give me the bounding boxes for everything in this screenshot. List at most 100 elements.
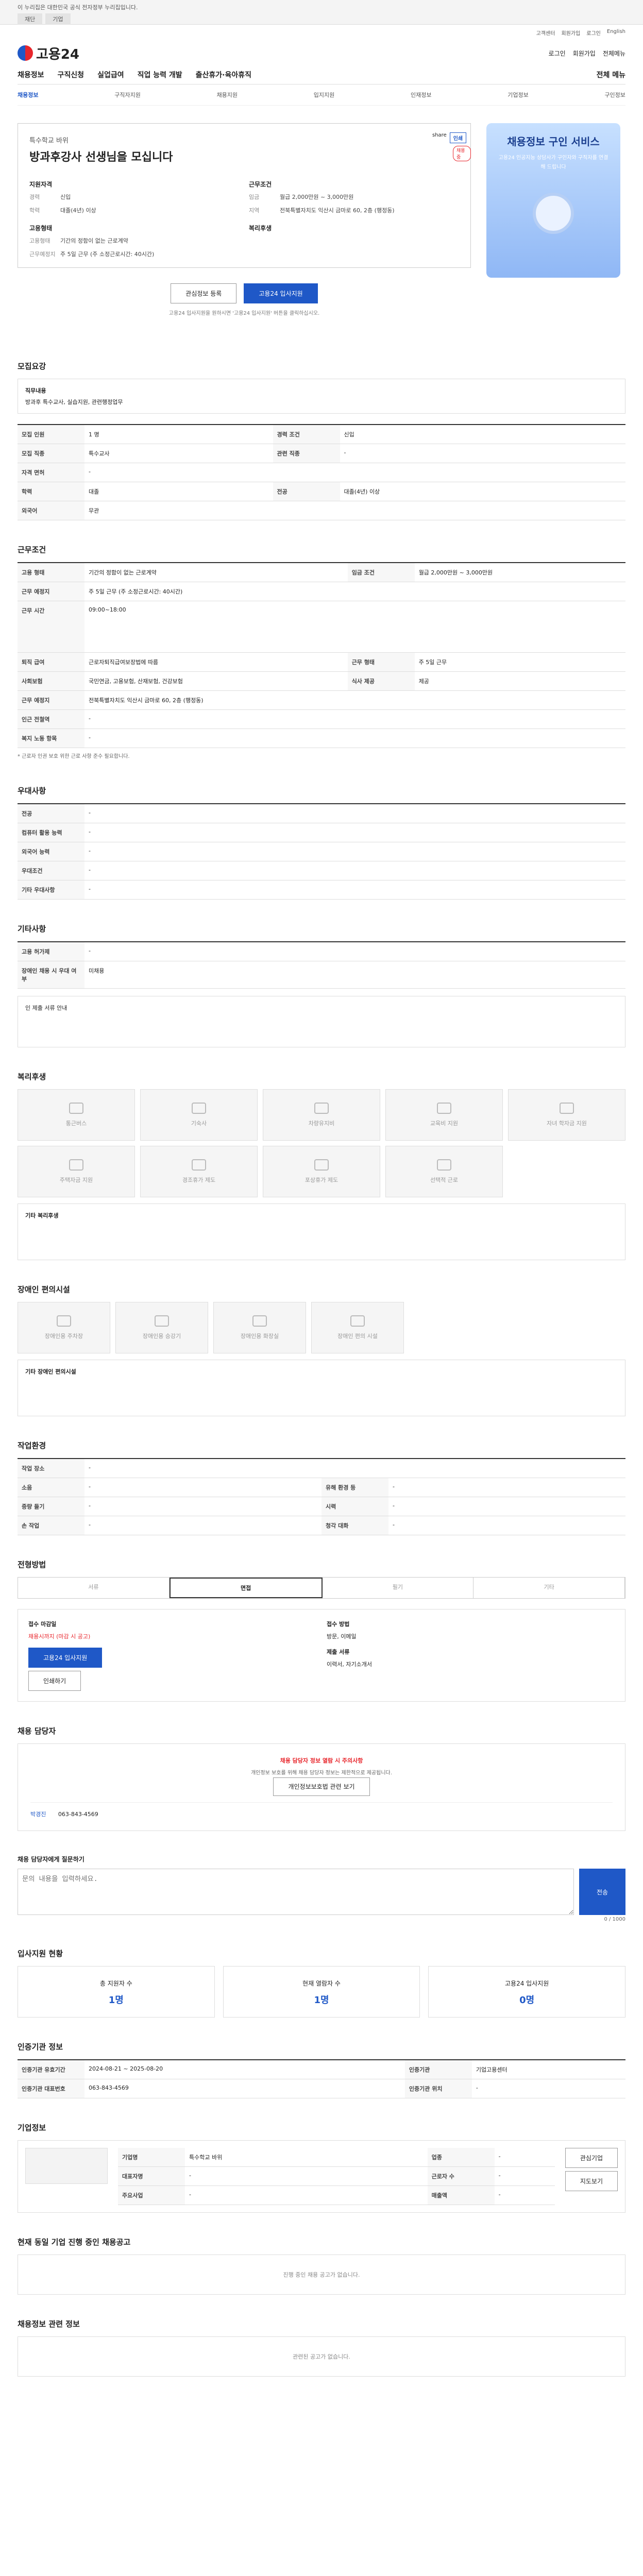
tile-label: 통근버스 <box>65 1120 87 1127</box>
section-environment: 작업환경 작업 장소 - 소음 - 유해 환경 등- 중량 들기 - 시력 - 손 작업 - 청… <box>18 1440 625 1535</box>
cell-key: 작업 장소 <box>18 1459 84 1478</box>
tile-label: 장애인 편의 시설 <box>337 1333 378 1340</box>
ad-desc: 고용24 인공지능 상담사가 구인자와 구직자를 연결해 드립니다 <box>498 155 608 170</box>
cell-key: 근무 형태 <box>347 652 415 672</box>
sub-nav-item[interactable]: 구직자지원 <box>114 91 141 99</box>
apply-button[interactable]: 고용24 입사지원 <box>244 283 318 303</box>
stat-label: 현재 열람자 수 <box>302 1980 341 1987</box>
cell-key: 컴퓨터 활용 능력 <box>18 823 84 842</box>
cell-value: - <box>84 1516 321 1535</box>
cell-value: 주 5일 근무 (주 소정근로시간: 40시간) <box>84 582 625 601</box>
company-map-button[interactable]: 지도보기 <box>565 2171 618 2191</box>
kv-value: 신입 <box>60 194 71 200</box>
header-link-signup[interactable]: 회원가입 <box>573 49 596 58</box>
logo[interactable]: 고용24 <box>18 44 79 63</box>
tile-label: 주택자금 지원 <box>59 1177 93 1183</box>
section-title: 복리후생 <box>18 1072 46 1081</box>
welfare-tile: 선택적 근로 <box>385 1146 503 1197</box>
cell-value: 063-843-4569 <box>84 2079 405 2098</box>
method-tab[interactable]: 서류 <box>18 1578 170 1598</box>
util-link[interactable]: 고객센터 <box>536 29 555 37</box>
all-menu-button[interactable]: 전체 메뉴 <box>597 70 625 80</box>
util-link[interactable]: English <box>607 29 625 37</box>
method-apply-button[interactable]: 고용24 입사지원 <box>28 1648 103 1668</box>
section-work: 근무조건 고용 형태 기간의 정함이 없는 근로계약 임금 조건 월급 2,000만원… <box>18 544 625 761</box>
method-print-button[interactable]: 인쇄하기 <box>28 1671 81 1691</box>
print-button[interactable]: 인쇄 <box>449 132 467 143</box>
gov-banner-button-2[interactable]: 기업 <box>45 13 71 25</box>
welfare-tile: 주택자금 지원 <box>18 1146 135 1197</box>
section-title: 입사지원 현황 <box>18 1949 63 1958</box>
cell-value: - <box>84 463 625 482</box>
contact-send-button[interactable]: 전송 <box>579 1869 625 1915</box>
logo-mark-icon <box>18 45 33 61</box>
gnb-item[interactable]: 실업급여 <box>97 70 124 80</box>
cell-value: - <box>84 804 625 823</box>
sub-nav-item[interactable]: 입지지원 <box>314 91 334 99</box>
sub-nav-item[interactable]: 채용지원 <box>217 91 238 99</box>
cell-key: 퇴직 급여 <box>18 652 84 672</box>
contact-title: 채용 담당자에게 질문하기 <box>18 1856 84 1863</box>
stat-card: 총 지원자 수 1명 <box>18 1966 215 2018</box>
parking-icon <box>57 1315 71 1327</box>
welfare-tile: 교육비 지원 <box>385 1089 503 1141</box>
sub-nav: 채용정보 구직자지원 채용지원 입지지원 인재정보 기업정보 구인정보 <box>18 84 625 106</box>
robot-icon <box>533 193 574 234</box>
tile-label: 포상휴가 제도 <box>304 1177 339 1183</box>
section-status: 입사지원 현황 총 지원자 수 1명 현재 열람자 수 1명 고용24 입사지원 0명 <box>18 1948 625 2018</box>
welfare-tile: 통근버스 <box>18 1089 135 1141</box>
util-link[interactable]: 로그인 <box>586 29 601 37</box>
sub-nav-item[interactable]: 기업정보 <box>507 91 528 99</box>
company-name: 특수학교 바위 <box>29 137 69 145</box>
gov-banner-text: 이 누리집은 대한민국 공식 전자정부 누리집입니다. <box>18 4 138 11</box>
contact-textarea[interactable] <box>18 1869 574 1915</box>
gnb-item[interactable]: 직업 능력 개발 <box>138 70 182 80</box>
method-tab[interactable]: 기타 <box>473 1578 625 1598</box>
share-button[interactable]: share <box>432 132 447 143</box>
kv-key: 학력 <box>29 207 40 214</box>
restroom-icon <box>252 1315 267 1327</box>
tile-label: 기숙사 <box>191 1120 207 1127</box>
sub-nav-item[interactable]: 채용정보 <box>18 91 38 99</box>
util-link[interactable]: 회원가입 <box>561 29 580 37</box>
method-tab[interactable]: 필기 <box>323 1578 474 1598</box>
contact-counter: 0 / 1000 <box>604 1917 625 1922</box>
cell-value: - <box>494 2148 555 2167</box>
interest-button[interactable]: 관심정보 등록 <box>171 283 237 303</box>
section-heading: 근무조건 <box>249 181 272 188</box>
gnb-item[interactable]: 출산휴가·육아휴직 <box>196 70 251 80</box>
gnb-item[interactable]: 구직신청 <box>58 70 84 80</box>
same-empty: 관련된 공고가 없습니다. <box>18 2336 625 2377</box>
section-qualification: 모집요강 직무내용 방과후 특수교사, 실습지원, 관련행정업무 모집 인원 1 … <box>18 361 625 520</box>
cell-value: 특수학교 바위 <box>185 2148 428 2167</box>
section-heading: 고용형태 <box>29 225 53 232</box>
kv-key: 근무예정지 <box>29 251 56 258</box>
section-disabled: 장애인 편의시설 장애인용 주차장 장애인용 승강기 장애인용 화장실 장애인 … <box>18 1284 625 1416</box>
cell-value: - <box>84 728 625 748</box>
company-interest-button[interactable]: 관심기업 <box>565 2148 618 2168</box>
manager-phone: 063-843-4569 <box>58 1811 98 1818</box>
section-same: 채용정보 관련 정보 관련된 공고가 없습니다. <box>18 2318 625 2377</box>
wheelchair-icon <box>350 1315 365 1327</box>
privacy-button[interactable]: 개인정보보호법 관련 보기 <box>273 1777 370 1796</box>
sub-nav-item[interactable]: 인재정보 <box>411 91 431 99</box>
kv-value: 전북특별자치도 익산시 금마로 60, 2층 (행정동) <box>280 207 395 214</box>
welfare-tile: 기숙사 <box>140 1089 258 1141</box>
section-title: 장애인 편의시설 <box>18 1285 70 1294</box>
gov-banner-button-1[interactable]: 재단 <box>18 13 43 25</box>
section-title: 모집요강 <box>18 362 46 371</box>
kv-key: 임금 <box>249 194 260 200</box>
cell-key: 장애인 채용 시 우대 여부 <box>18 961 84 989</box>
global-nav: 채용정보 구직신청 실업급여 직업 능력 개발 출산휴가·육아휴직 전체 메뉴 <box>18 65 625 84</box>
welfare-tile: 경조휴가 제도 <box>140 1146 258 1197</box>
ad-banner[interactable]: 채용정보 구인 서비스 고용24 인공지능 상담사가 구인자와 구직자를 연결해… <box>486 123 620 278</box>
cell-key: 인증기관 대표번호 <box>18 2079 84 2098</box>
method-tab[interactable]: 면접 <box>169 1578 323 1598</box>
gnb-item[interactable]: 채용정보 <box>18 70 44 80</box>
header-link-login[interactable]: 로그인 <box>549 49 566 58</box>
header-link-menu[interactable]: 전체메뉴 <box>603 49 625 58</box>
job-summary-card: 특수학교 바위 방과후강사 선생님을 모십니다 share 인쇄 채용중 지원자… <box>18 123 471 268</box>
cell-key: 경력 조건 <box>273 425 340 444</box>
sub-nav-item[interactable]: 구인정보 <box>604 91 625 99</box>
gift-icon <box>314 1159 329 1171</box>
